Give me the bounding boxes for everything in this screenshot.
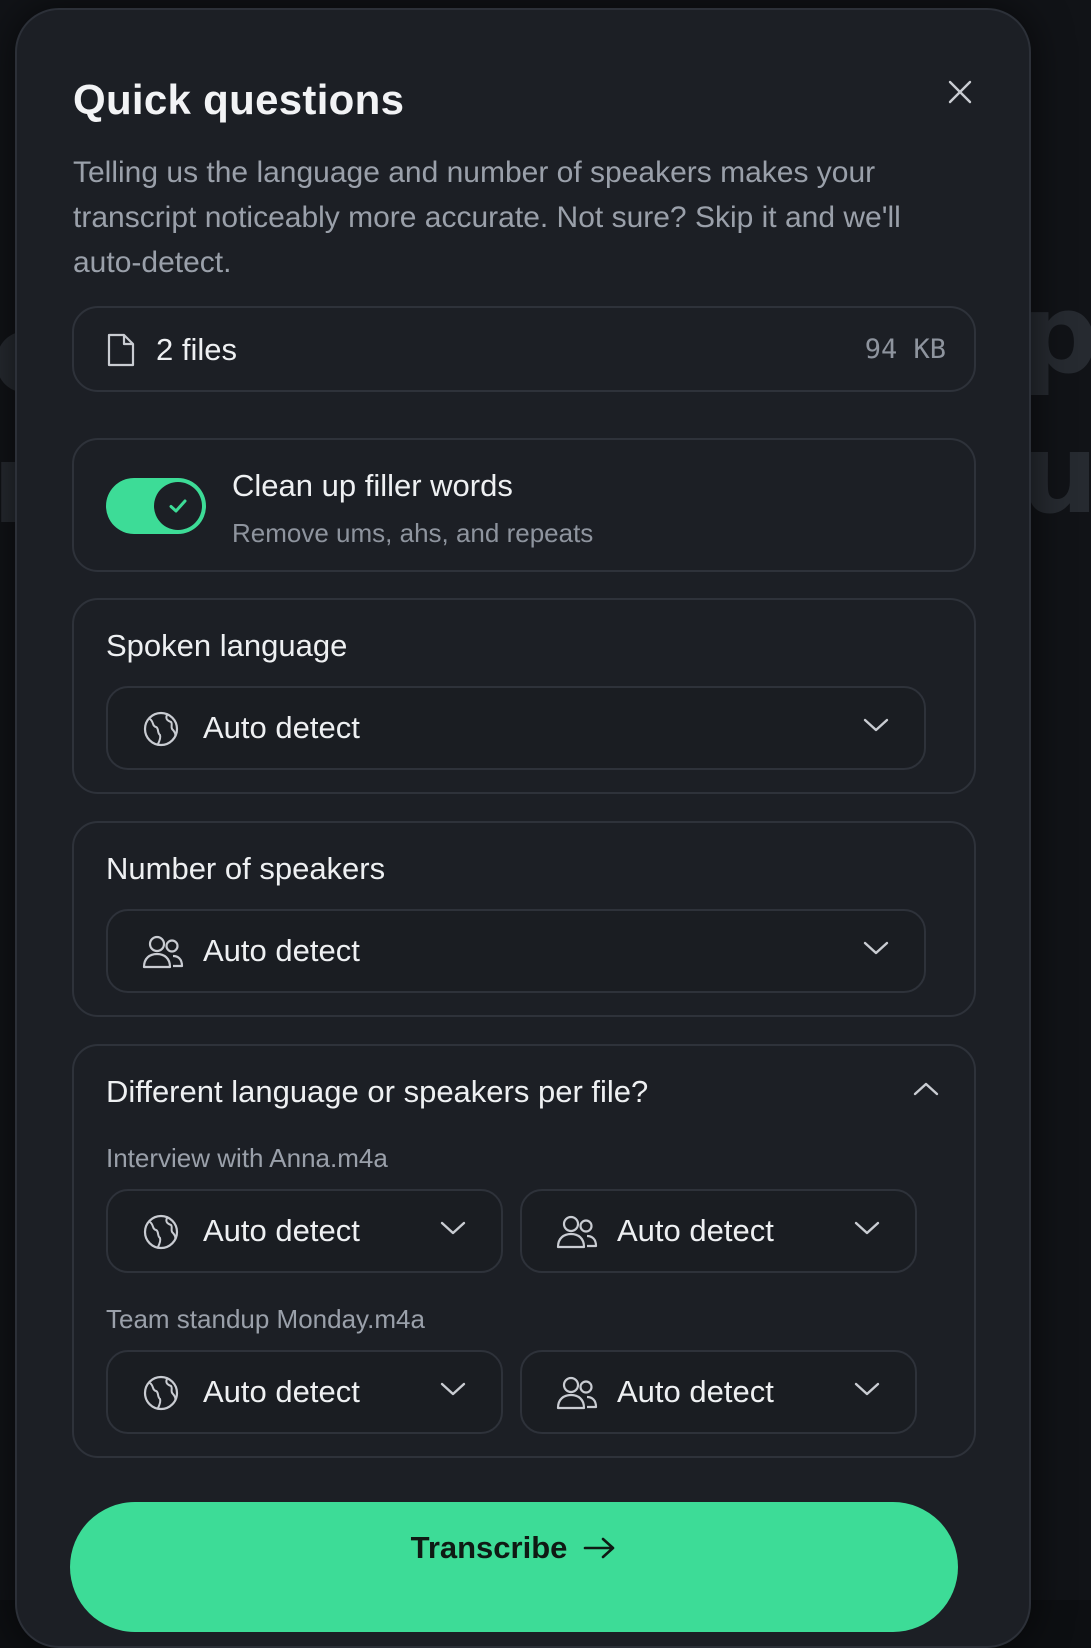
globe-icon: [143, 1375, 179, 1411]
spoken-language-select[interactable]: Auto detect: [106, 686, 926, 770]
filler-words-description: Remove ums, ahs, and repeats: [232, 518, 594, 548]
spoken-language-section: Spoken language Auto detect: [72, 598, 976, 794]
per-file-settings: Different language or speakers per file?…: [72, 1044, 976, 1458]
chevron-down-icon: [863, 718, 889, 732]
transcribe-label: Transcribe: [410, 1530, 568, 1565]
modal-title: Quick questions: [73, 76, 405, 123]
per-file-speakers-value: Auto detect: [617, 1213, 774, 1248]
arrow-right-icon: [584, 1537, 615, 1559]
globe-icon: [143, 1214, 179, 1250]
modal-subtitle: Telling us the language and number of sp…: [73, 156, 901, 279]
files-summary: 2 files 94 KB: [72, 306, 976, 392]
per-file-speakers-select[interactable]: Auto detect: [520, 1189, 917, 1273]
per-file-language-value: Auto detect: [203, 1213, 360, 1248]
check-icon: [169, 499, 187, 513]
per-file-speakers-value: Auto detect: [617, 1374, 774, 1409]
globe-icon: [143, 711, 179, 747]
per-file-name: Team standup Monday.m4a: [106, 1304, 425, 1334]
chevron-down-icon: [854, 1382, 880, 1396]
transcribe-button[interactable]: Transcribe: [70, 1502, 958, 1632]
per-file-language-value: Auto detect: [203, 1374, 360, 1409]
chevron-down-icon: [440, 1382, 466, 1396]
per-file-name: Interview with Anna.m4a: [106, 1143, 388, 1173]
file-icon: [107, 333, 135, 367]
per-file-title: Different language or speakers per file?: [106, 1074, 649, 1109]
files-size: 94 KB: [864, 334, 946, 365]
per-file-language-select[interactable]: Auto detect: [106, 1189, 503, 1273]
close-icon: [948, 80, 972, 104]
chevron-down-icon: [440, 1221, 466, 1235]
chevron-up-icon[interactable]: [912, 1080, 940, 1098]
spoken-language-label: Spoken language: [106, 628, 348, 663]
users-icon: [142, 935, 184, 969]
per-file-language-select[interactable]: Auto detect: [106, 1350, 503, 1434]
speakers-value: Auto detect: [203, 933, 360, 968]
filler-words-title: Clean up filler words: [232, 468, 513, 503]
close-button[interactable]: [942, 74, 978, 110]
speakers-section: Number of speakers Auto detect: [72, 821, 976, 1017]
speakers-label: Number of speakers: [106, 851, 386, 886]
users-icon: [556, 1215, 598, 1249]
speakers-select[interactable]: Auto detect: [106, 909, 926, 993]
per-file-speakers-select[interactable]: Auto detect: [520, 1350, 917, 1434]
users-icon: [556, 1376, 598, 1410]
spoken-language-value: Auto detect: [203, 710, 360, 745]
chevron-down-icon: [854, 1221, 880, 1235]
files-count: 2 files: [156, 332, 237, 367]
filler-words-option: Clean up filler words Remove ums, ahs, a…: [72, 438, 976, 572]
transcribe-button-content: Transcribe: [70, 1530, 958, 1566]
quick-questions-modal: Quick questions Telling us the language …: [15, 8, 1031, 1648]
filler-words-toggle[interactable]: [106, 478, 206, 534]
toggle-knob: [154, 482, 202, 530]
chevron-down-icon: [863, 941, 889, 955]
